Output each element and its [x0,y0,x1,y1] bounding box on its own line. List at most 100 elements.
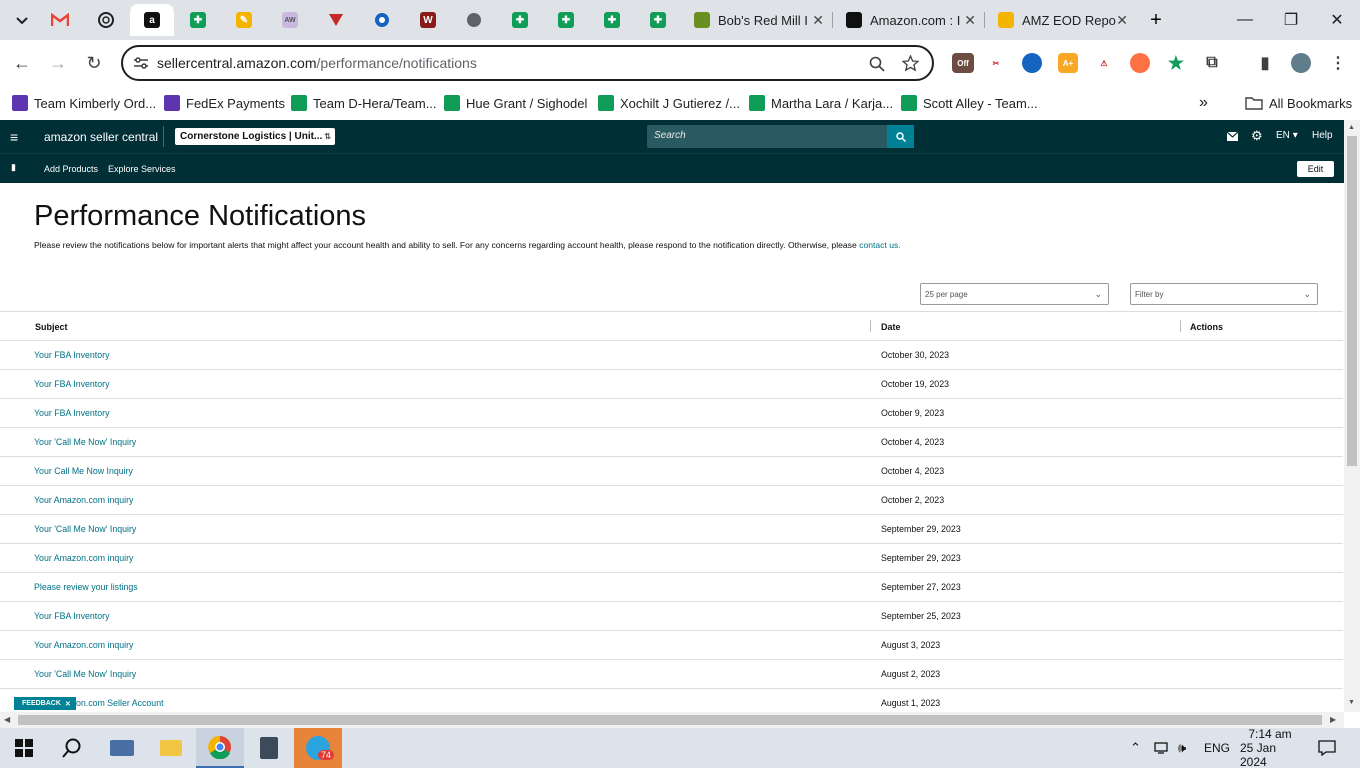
star-icon[interactable] [902,55,919,72]
horizontal-scroll-thumb[interactable] [18,715,1322,725]
tab-bobs-red-mill[interactable]: Bob's Red Mill I ✕ [680,4,832,36]
forward-button[interactable]: → [43,48,73,78]
per-page-select[interactable]: 25 per page ⌄ [920,283,1109,305]
volume-icon[interactable]: 🕪 [1178,728,1186,768]
tab-triangle[interactable] [314,4,358,36]
extension-blue-gear-icon[interactable] [1022,53,1042,73]
extension-red-icon[interactable]: ✂ [986,53,1006,73]
tab-openai[interactable] [84,4,128,36]
vertical-scroll-thumb[interactable] [1347,136,1357,466]
close-icon[interactable]: ✕ [964,12,976,29]
notification-subject-link[interactable]: Your Amazon.com inquiry [34,640,133,650]
zoom-icon[interactable] [869,56,885,72]
help-link[interactable]: Help [1312,130,1333,141]
seller-central-logo[interactable]: amazon seller central [44,130,158,144]
all-bookmarks-button[interactable]: All Bookmarks [1245,92,1352,114]
tab-sheets-2[interactable]: ✚ [498,4,542,36]
nav-explore-services[interactable]: Explore Services [108,164,176,174]
extension-orange-icon[interactable] [1130,53,1150,73]
taskbar-file-explorer[interactable] [147,728,195,768]
tab-gmail[interactable] [38,4,82,36]
minimize-button[interactable]: — [1222,0,1268,40]
feedback-button[interactable]: FEEDBACK ✕ [14,697,76,710]
notification-subject-link[interactable]: on.com Seller Account [76,698,164,708]
extension-alert-icon[interactable]: ⚠ [1094,53,1114,73]
start-button[interactable] [0,728,48,768]
close-icon[interactable]: ✕ [65,700,71,708]
column-subject[interactable]: Subject [35,322,68,332]
bookmark-item[interactable]: Team Kimberly Ord... [12,92,156,114]
notification-subject-link[interactable]: Your FBA Inventory [34,379,109,389]
bookmark-item[interactable]: FedEx Payments [164,92,285,114]
language-selector[interactable]: EN ▾ [1276,130,1298,141]
scroll-left-icon[interactable]: ◀ [4,715,10,724]
seller-search-input[interactable]: Search [647,125,914,148]
notification-subject-link[interactable]: Your Amazon.com inquiry [34,495,133,505]
bookmark-icon[interactable]: ▮ [11,162,16,173]
notification-subject-link[interactable]: Your 'Call Me Now' Inquiry [34,437,136,447]
tab-vw[interactable]: W [406,4,450,36]
taskbar-app-desktop[interactable] [98,728,146,768]
scroll-down-icon[interactable]: ▼ [1348,699,1355,706]
taskbar-telegram[interactable]: 74 [294,728,342,768]
tab-amazon[interactable]: Amazon.com : I ✕ [832,4,984,36]
scroll-up-icon[interactable]: ▲ [1348,124,1355,131]
taskbar-calculator[interactable] [245,728,293,768]
search-button[interactable] [887,125,914,148]
close-icon[interactable]: ✕ [812,12,824,29]
extensions-puzzle-icon[interactable]: ⧉ [1202,53,1222,73]
bookmark-item[interactable]: Scott Alley - Team... [901,92,1038,114]
kebab-menu-icon[interactable]: ⋮ [1328,53,1348,73]
notification-subject-link[interactable]: Please review your listings [34,582,138,592]
filter-select[interactable]: Filter by ⌄ [1130,283,1318,305]
reload-button[interactable]: ↻ [79,48,109,78]
extension-green-star-icon[interactable]: ★ [1166,53,1186,73]
notification-center-icon[interactable] [1318,728,1336,768]
column-date[interactable]: Date [881,322,901,332]
network-icon[interactable] [1154,728,1170,768]
tab-amz-eod[interactable]: AMZ EOD Repo ✕ [984,4,1136,36]
hamburger-menu-icon[interactable]: ≡ [10,129,18,145]
extension-off-icon[interactable]: Off [952,53,974,73]
input-language[interactable]: ENG [1204,728,1230,768]
nav-add-products[interactable]: Add Products [44,164,98,174]
notification-subject-link[interactable]: Your Amazon.com inquiry [34,553,133,563]
tab-amazon-active[interactable]: a [130,4,174,36]
new-tab-button[interactable]: + [1134,4,1178,36]
close-icon[interactable]: ✕ [1116,12,1128,29]
taskbar-search-button[interactable] [48,728,96,768]
notification-subject-link[interactable]: Your 'Call Me Now' Inquiry [34,669,136,679]
vertical-scrollbar[interactable]: ▲ ▼ [1344,120,1360,712]
taskbar-chrome[interactable] [196,728,244,768]
more-bookmarks-button[interactable]: » [1199,92,1208,114]
tab-globe[interactable] [452,4,496,36]
clock[interactable]: 7:14 am 25 Jan 2024 [1240,727,1300,769]
horizontal-scrollbar[interactable]: ◀ ▶ [0,712,1344,728]
tray-overflow-chevron-icon[interactable]: ⌃ [1130,728,1141,768]
settings-gear-icon[interactable]: ⚙ [1251,128,1263,144]
notification-subject-link[interactable]: Your Call Me Now Inquiry [34,466,133,476]
tab-sheets-4[interactable]: ✚ [590,4,634,36]
bookmark-item[interactable]: Hue Grant / Sighodel [444,92,587,114]
contact-us-link[interactable]: contact us. [859,240,901,250]
tab-sheets-3[interactable]: ✚ [544,4,588,36]
bookmark-item[interactable]: Team D-Hera/Team... [291,92,437,114]
notification-subject-link[interactable]: Your FBA Inventory [34,408,109,418]
extension-ascout-icon[interactable]: A+ [1058,53,1078,73]
address-bar[interactable]: sellercentral.amazon.com/performance/not… [121,45,934,81]
profile-avatar[interactable] [1291,53,1311,73]
close-window-button[interactable]: ✕ [1314,0,1360,40]
tab-sheets-5[interactable]: ✚ [636,4,680,36]
bookmark-item[interactable]: Xochilt J Gutierez /... [598,92,740,114]
notification-subject-link[interactable]: Your FBA Inventory [34,611,109,621]
restore-button[interactable]: ❐ [1268,0,1314,40]
mail-icon[interactable] [1227,132,1238,141]
side-panel-icon[interactable]: ▮ [1255,53,1275,73]
tab-site[interactable]: AW [268,4,312,36]
tab-pencil-app[interactable]: ✎ [222,4,266,36]
marketplace-selector[interactable]: Cornerstone Logistics | Unit... ⇅ [175,128,335,145]
notification-subject-link[interactable]: Your 'Call Me Now' Inquiry [34,524,136,534]
back-button[interactable]: ← [7,48,37,78]
edit-button[interactable]: Edit [1297,161,1334,177]
tab-blue-gear[interactable] [360,4,404,36]
